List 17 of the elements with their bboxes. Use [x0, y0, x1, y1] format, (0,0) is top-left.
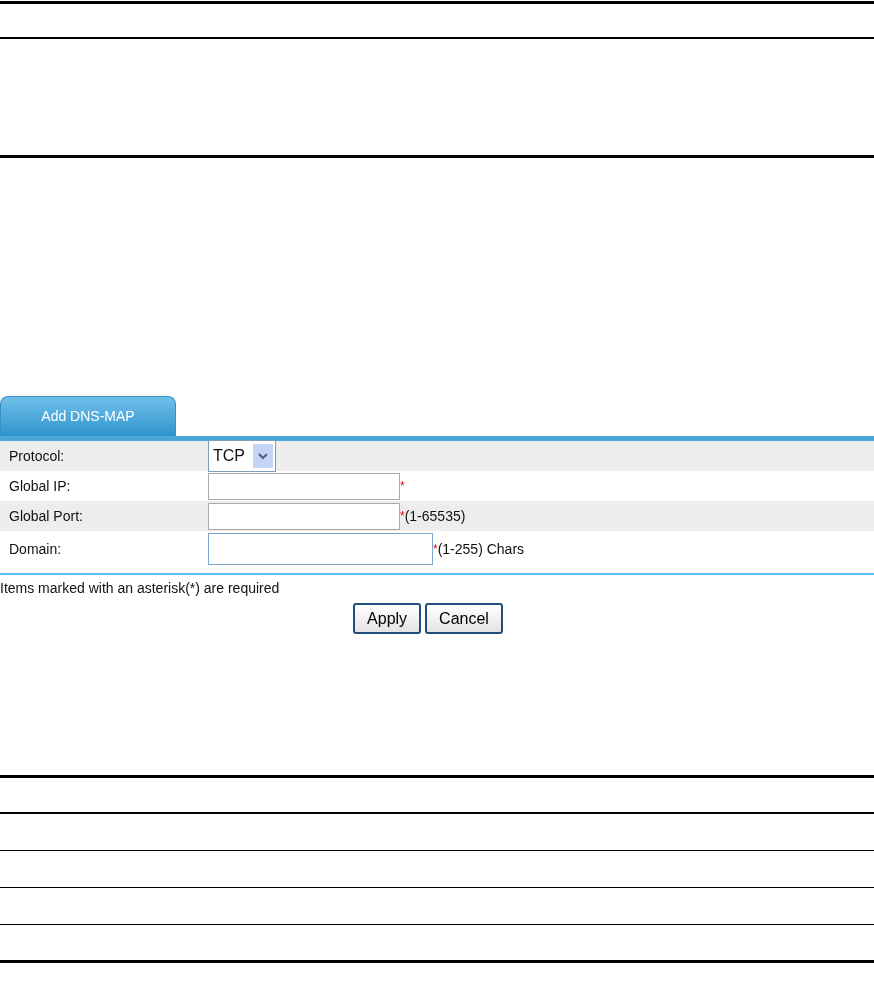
range-hint: (1-65535): [404, 506, 466, 526]
field-label: Global Port:: [9, 506, 84, 526]
required-asterisk: *: [433, 541, 438, 556]
field-label: Protocol:: [9, 446, 66, 466]
required-note: Items marked with an asterisk(*) are required: [0, 579, 281, 598]
input-field[interactable]: [208, 502, 400, 530]
input-field[interactable]: [208, 472, 400, 500]
cancel-button[interactable]: Cancel: [425, 603, 503, 634]
input-field[interactable]: [208, 533, 433, 565]
required-asterisk: *: [400, 478, 405, 495]
range-hint: (1-255) Chars: [437, 539, 525, 559]
field-label: Domain:: [9, 539, 63, 559]
apply-button[interactable]: Apply: [353, 603, 422, 634]
required-asterisk: *: [400, 508, 405, 523]
protocol-select[interactable]: TCP: [208, 440, 276, 472]
chevron-down-icon: [258, 452, 268, 460]
field-label: Global IP:: [9, 476, 72, 496]
